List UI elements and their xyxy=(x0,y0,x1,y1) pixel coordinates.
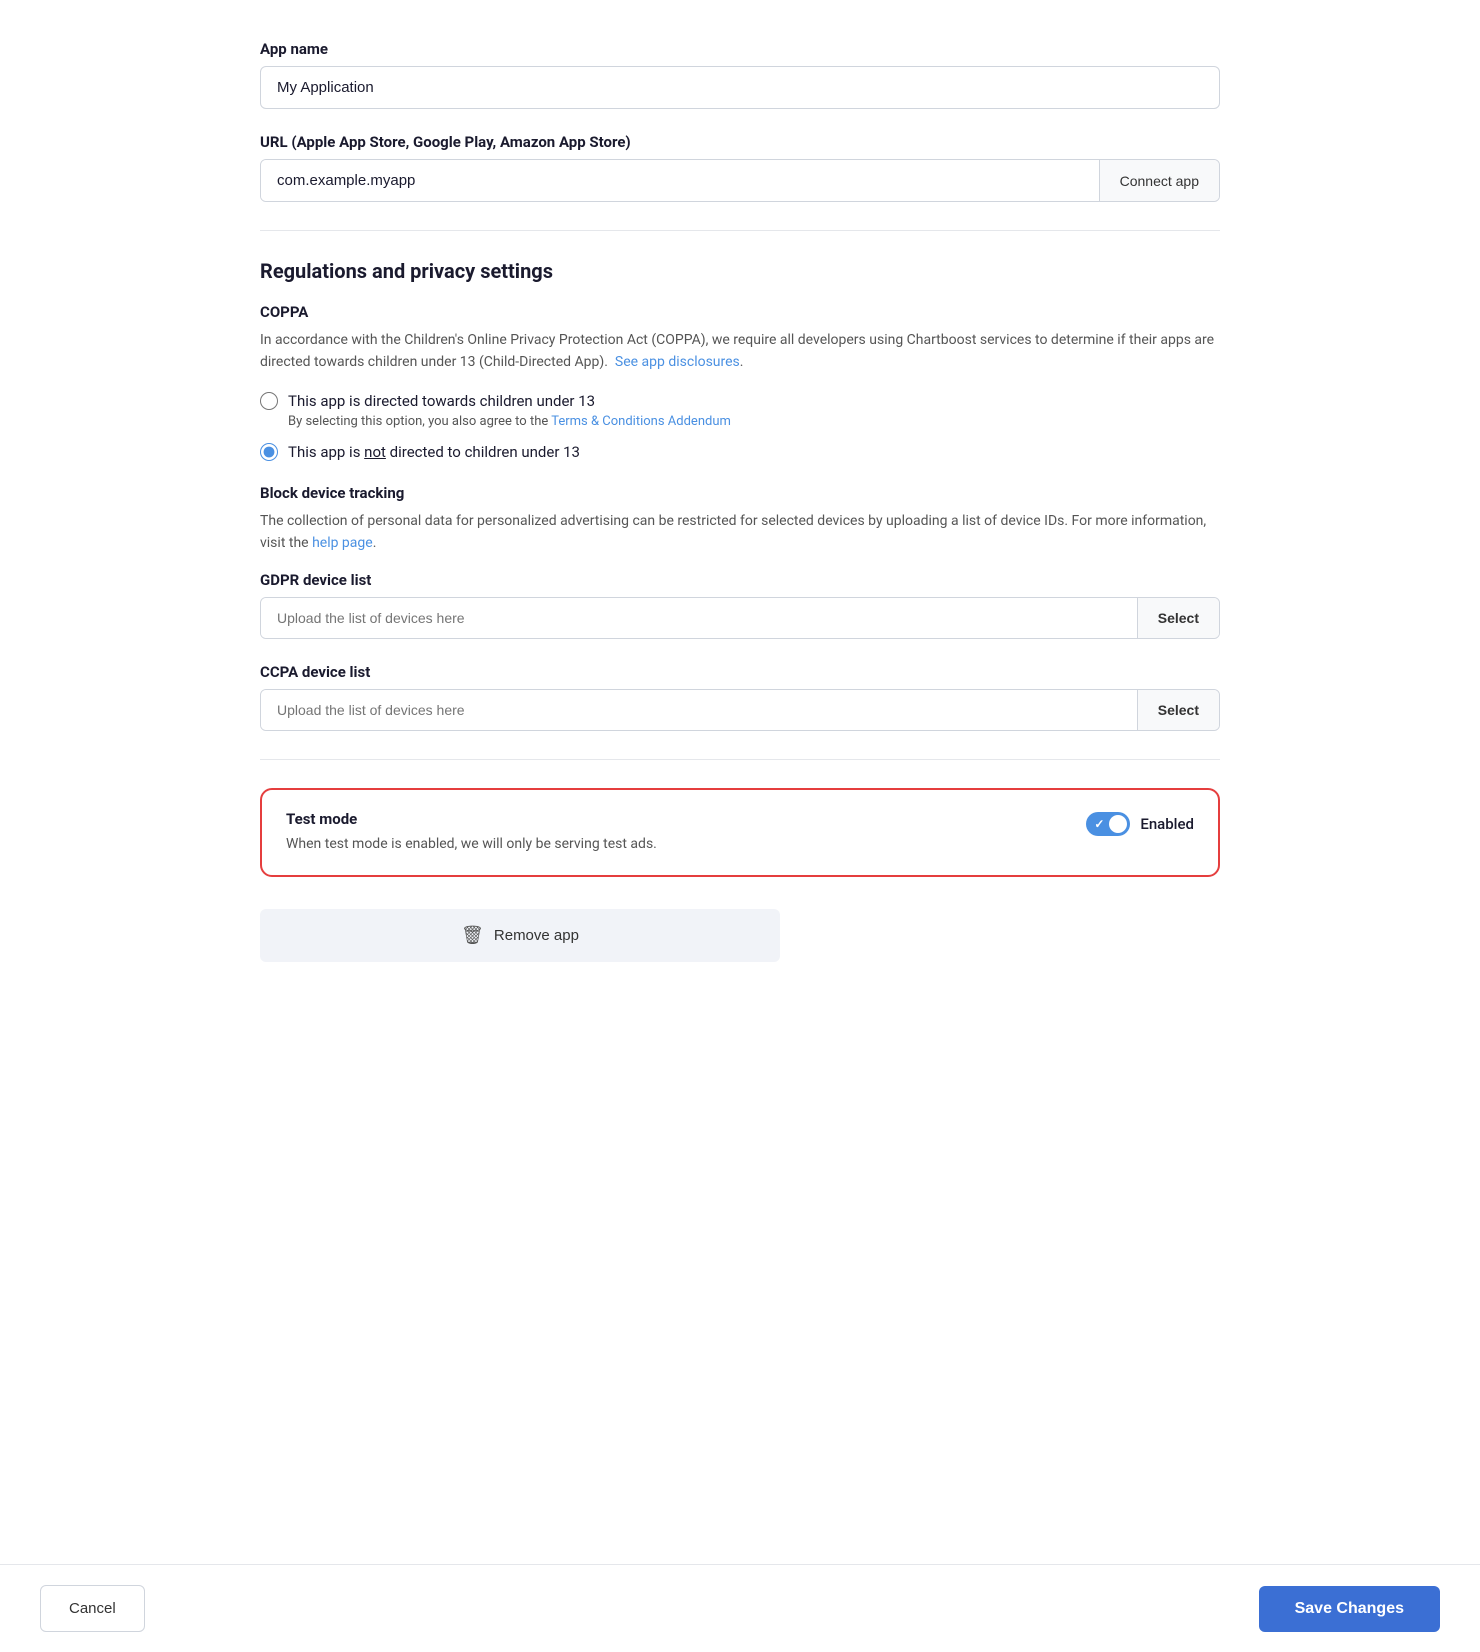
url-row: Connect app xyxy=(260,159,1220,202)
test-mode-box: Test mode When test mode is enabled, we … xyxy=(260,788,1220,877)
coppa-radio-group: This app is directed towards children un… xyxy=(260,390,1220,464)
block-device-tracking-group: Block device tracking The collection of … xyxy=(260,484,1220,555)
gdpr-device-list-group: GDPR device list Select xyxy=(260,571,1220,639)
block-device-tracking-title: Block device tracking xyxy=(260,484,1220,502)
test-mode-title: Test mode xyxy=(286,810,1062,828)
gdpr-label: GDPR device list xyxy=(260,571,1220,589)
regulations-section: Regulations and privacy settings COPPA I… xyxy=(260,259,1220,731)
app-name-input[interactable] xyxy=(260,66,1220,109)
test-mode-content: Test mode When test mode is enabled, we … xyxy=(286,810,1062,855)
terms-conditions-link[interactable]: Terms & Conditions Addendum xyxy=(551,414,731,429)
remove-app-label: Remove app xyxy=(494,927,579,944)
ccpa-device-list-row: Select xyxy=(260,689,1220,731)
toggle-slider: ✓ xyxy=(1086,812,1130,836)
toggle-checkmark: ✓ xyxy=(1094,817,1104,831)
see-disclosures-link[interactable]: See app disclosures xyxy=(615,354,740,370)
ccpa-label: CCPA device list xyxy=(260,663,1220,681)
block-device-tracking-description: The collection of personal data for pers… xyxy=(260,510,1220,555)
app-name-label: App name xyxy=(260,40,1220,58)
gdpr-select-button[interactable]: Select xyxy=(1137,598,1219,638)
test-mode-toggle-label: Enabled xyxy=(1140,815,1194,833)
footer-bar: Cancel Save Changes xyxy=(0,1564,1480,1652)
gdpr-device-list-row: Select xyxy=(260,597,1220,639)
url-label: URL (Apple App Store, Google Play, Amazo… xyxy=(260,133,1220,151)
test-mode-divider xyxy=(260,759,1220,760)
ccpa-device-list-group: CCPA device list Select xyxy=(260,663,1220,731)
coppa-description: In accordance with the Children's Online… xyxy=(260,329,1220,374)
connect-app-button[interactable]: Connect app xyxy=(1099,160,1219,201)
radio-child-directed-label: This app is directed towards children un… xyxy=(288,390,731,413)
trash-icon: 🗑 xyxy=(461,925,484,946)
test-mode-toggle-area: ✓ Enabled xyxy=(1086,812,1194,836)
radio-child-directed-sublabel: By selecting this option, you also agree… xyxy=(288,414,731,429)
test-mode-description: When test mode is enabled, we will only … xyxy=(286,834,1062,855)
ccpa-select-button[interactable]: Select xyxy=(1137,690,1219,730)
radio-not-child-directed-content: This app is not directed to children und… xyxy=(288,441,580,464)
url-input[interactable] xyxy=(261,160,1099,201)
save-changes-button[interactable]: Save Changes xyxy=(1259,1586,1440,1632)
test-mode-toggle[interactable]: ✓ xyxy=(1086,812,1130,836)
cancel-button[interactable]: Cancel xyxy=(40,1585,145,1632)
radio-child-directed-content: This app is directed towards children un… xyxy=(288,390,731,430)
radio-not-child-directed-input[interactable] xyxy=(260,443,278,461)
coppa-title: COPPA xyxy=(260,303,1220,321)
regulations-title: Regulations and privacy settings xyxy=(260,259,1220,283)
radio-child-directed-item[interactable]: This app is directed towards children un… xyxy=(260,390,1220,430)
coppa-group: COPPA In accordance with the Children's … xyxy=(260,303,1220,464)
url-field-group: URL (Apple App Store, Google Play, Amazo… xyxy=(260,133,1220,202)
radio-not-child-directed-label: This app is not directed to children und… xyxy=(288,441,580,464)
gdpr-device-list-input[interactable] xyxy=(261,598,1137,638)
ccpa-device-list-input[interactable] xyxy=(261,690,1137,730)
remove-app-button[interactable]: 🗑 Remove app xyxy=(260,909,780,962)
remove-app-container: 🗑 Remove app xyxy=(260,909,1220,962)
radio-child-directed-input[interactable] xyxy=(260,392,278,410)
radio-not-child-directed-item[interactable]: This app is not directed to children und… xyxy=(260,441,1220,464)
help-page-link[interactable]: help page xyxy=(312,535,373,551)
app-name-group: App name xyxy=(260,40,1220,109)
section-divider xyxy=(260,230,1220,231)
